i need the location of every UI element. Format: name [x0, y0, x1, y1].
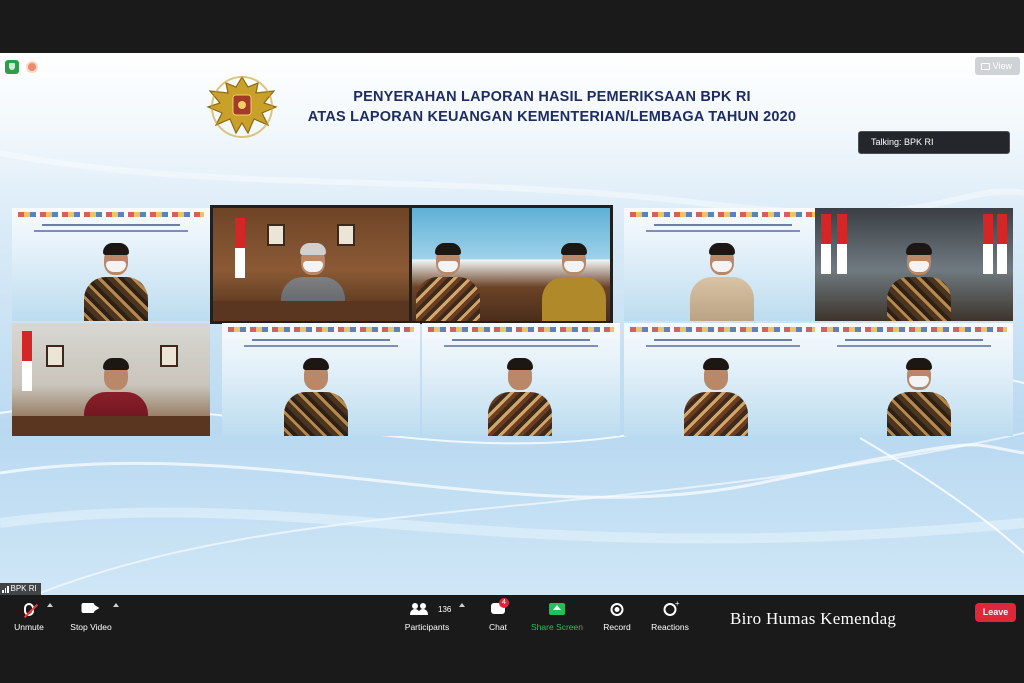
audio-options-caret[interactable]: [47, 603, 53, 607]
mic-muted-icon: [23, 603, 39, 619]
signal-bars-icon: [2, 585, 9, 593]
video-tile[interactable]: [12, 208, 210, 321]
participants-label: Participants: [404, 622, 450, 632]
view-grid-icon: [980, 62, 990, 70]
record-label: Record: [603, 622, 631, 632]
video-icon: [81, 603, 100, 613]
video-tile[interactable]: [409, 205, 613, 324]
top-bar: [0, 0, 1024, 53]
slide-title-line-2: ATAS LAPORAN KEUANGAN KEMENTERIAN/LEMBAG…: [307, 109, 797, 125]
record-button[interactable]: Record: [600, 599, 634, 635]
reactions-label: Reactions: [651, 622, 689, 632]
chat-badge: 4: [499, 598, 509, 608]
reactions-icon: [663, 599, 680, 616]
chat-label: Chat: [489, 622, 507, 632]
video-tile[interactable]: [815, 323, 1013, 436]
chat-icon: 4: [491, 598, 509, 614]
video-tile[interactable]: [12, 323, 210, 436]
share-screen-label: Share Screen: [531, 622, 583, 632]
video-tile[interactable]: [222, 323, 420, 436]
emblem-garuda-icon: [206, 75, 278, 138]
video-grid: [12, 205, 1020, 438]
leave-button[interactable]: Leave: [975, 603, 1016, 622]
watermark-text: Biro Humas Kemendag: [730, 609, 897, 628]
meeting-toolbar: Unmute Stop Video 136 Participants 4 Cha…: [0, 595, 1024, 683]
view-label: View: [992, 61, 1012, 71]
video-tile[interactable]: [624, 323, 822, 436]
share-screen-icon: [549, 603, 565, 615]
view-button[interactable]: View: [974, 57, 1020, 75]
video-tile[interactable]: [624, 208, 822, 321]
video-tile[interactable]: [422, 323, 620, 436]
talking-indicator: Talking: BPK RI: [858, 131, 1010, 154]
self-name: BPK RI: [10, 584, 37, 593]
video-tile[interactable]: [815, 208, 1013, 321]
shield-icon[interactable]: [5, 60, 19, 74]
self-view-label: BPK RI: [0, 583, 41, 595]
video-options-caret[interactable]: [113, 603, 119, 607]
unmute-label: Unmute: [14, 622, 44, 632]
reactions-button[interactable]: Reactions: [648, 599, 692, 635]
stop-video-label: Stop Video: [70, 622, 112, 632]
share-screen-button[interactable]: Share Screen: [530, 599, 584, 635]
chat-button[interactable]: 4 Chat: [480, 598, 516, 635]
slide-title-line-1: PENYERAHAN LAPORAN HASIL PEMERIKSAAN BPK…: [353, 89, 751, 105]
shared-screen: View PENYERAHAN LAPORAN HASIL PEMERIKSAA…: [0, 53, 1024, 595]
participants-count: 136: [438, 605, 452, 614]
record-status-icon: [26, 61, 38, 73]
participants-options-caret[interactable]: [459, 603, 465, 607]
record-icon: [610, 603, 624, 616]
participants-button[interactable]: 136 Participants: [400, 599, 454, 635]
stop-video-button[interactable]: Stop Video: [66, 599, 116, 635]
participants-icon: [410, 603, 428, 615]
slide-title: PENYERAHAN LAPORAN HASIL PEMERIKSAAN BPK…: [282, 89, 822, 125]
unmute-button[interactable]: Unmute: [8, 599, 50, 635]
video-tile[interactable]: [210, 205, 414, 324]
